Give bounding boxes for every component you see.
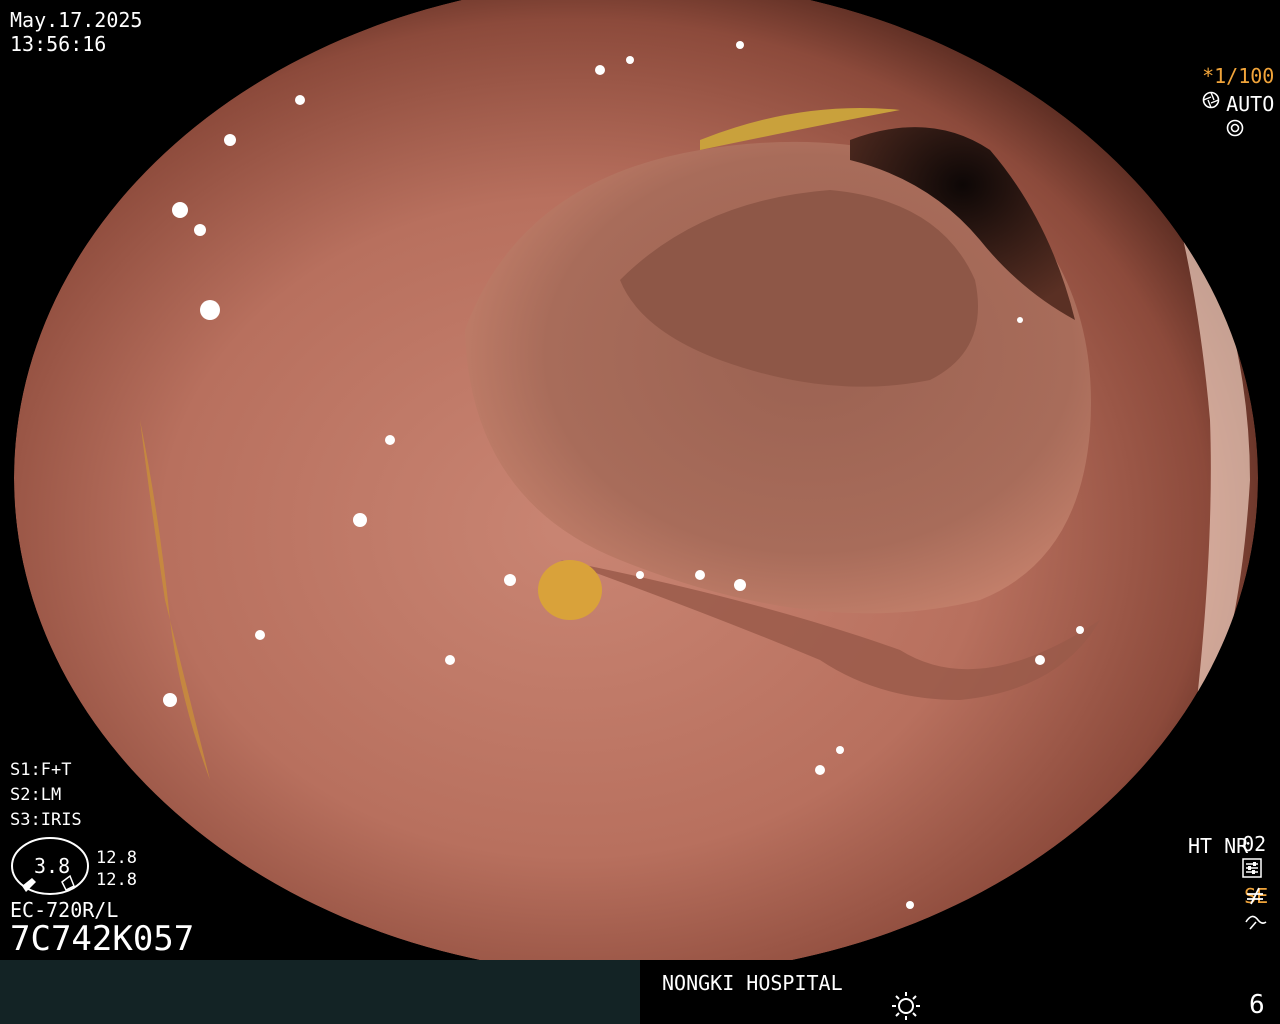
endoscopic-view [0,0,1280,960]
not-equal-icon [1247,887,1263,905]
frame-number: 6 [1249,990,1265,1020]
ht-nr-label: HT NR [1188,834,1249,858]
time-label: 13:56:16 [10,32,107,56]
iris-icon [1226,119,1244,137]
curve-icon [1245,915,1267,930]
gauge-top-value: 12.8 [96,848,137,868]
switch-s1: S1:F+T [10,760,72,780]
mode-value: AUTO [1226,92,1275,116]
gauge-bottom-value: 12.8 [96,870,137,890]
residue-spot [538,560,602,620]
exposure-mode: AUTO [1202,68,1274,140]
hospital-name: NONGKI HOSPITAL [662,971,843,995]
switch-s2: S2:LM [10,785,62,805]
scope-serial: 7C742K057 [10,919,195,959]
sun-icon [892,992,920,1020]
gauge-value: 3.8 [34,854,71,878]
bottom-bar-left [0,960,640,1024]
date-label: May.17.2025 [10,8,143,32]
switch-s3: S3:IRIS [10,810,82,830]
